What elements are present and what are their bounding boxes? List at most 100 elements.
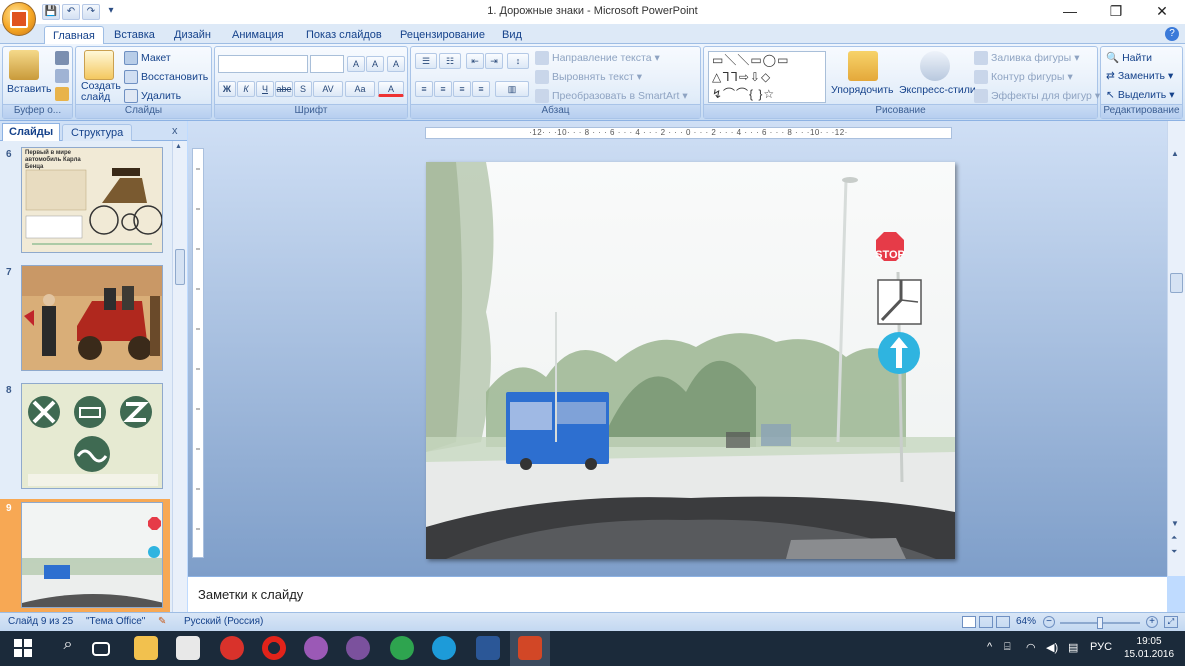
shape-outline-button[interactable]: Контур фигуры ▾ [974, 70, 1073, 84]
powerpoint-icon[interactable] [518, 636, 542, 660]
slideshow-view-icon[interactable] [996, 616, 1010, 628]
shapes-gallery[interactable]: ▭＼＼▭◯▭ △ᒣᒣ⇨⇩◇ ↯⌒⌒{ }☆ [708, 51, 826, 103]
font-size-combo[interactable] [310, 55, 344, 73]
windows-start-icon[interactable] [14, 639, 32, 657]
select-button[interactable]: ↖ Выделить ▾ [1106, 89, 1175, 101]
minimize-button[interactable]: — [1047, 0, 1093, 24]
slide-canvas[interactable]: STOP [426, 162, 955, 559]
yandex-browser-icon[interactable] [220, 636, 244, 660]
columns-icon[interactable]: ▥ [495, 81, 529, 97]
line-spacing-icon[interactable]: ↕ [507, 53, 529, 69]
find-button[interactable]: 🔍 Найти [1106, 51, 1152, 65]
network-icon[interactable]: ⌸ [1004, 641, 1011, 654]
scroll-thumb[interactable] [1170, 273, 1183, 293]
workspace-scrollbar[interactable]: ▲ ▼ ⏶ ⏷ [1167, 121, 1185, 576]
slides-panel-scrollbar[interactable]: ▲ [172, 141, 187, 612]
close-icon[interactable]: x [172, 125, 178, 137]
slide-thumbnail-9[interactable]: 9 [0, 499, 170, 613]
store-icon[interactable] [176, 636, 200, 660]
increase-indent-icon[interactable]: ⇥ [485, 53, 503, 69]
clock[interactable]: 19:05 15.01.2016 [1124, 635, 1174, 661]
numbering-icon[interactable]: ☷ [439, 53, 461, 69]
layout-button[interactable]: Макет [124, 51, 171, 65]
zoom-out-icon[interactable]: − [1043, 616, 1055, 628]
tab-design[interactable]: Дизайн [166, 26, 219, 44]
align-left-icon[interactable]: ≡ [415, 81, 433, 97]
tab-outline[interactable]: Структура [62, 124, 133, 141]
char-spacing-button[interactable]: AV [313, 81, 343, 97]
next-slide-icon[interactable]: ⏷ [1171, 547, 1177, 557]
notifications-icon[interactable]: ▤ [1068, 641, 1078, 654]
paste-icon[interactable] [9, 50, 39, 80]
new-slide-button[interactable]: Создать слайд [81, 81, 121, 103]
scroll-thumb[interactable] [175, 249, 185, 285]
tab-slides[interactable]: Слайды [2, 123, 61, 141]
notes-pane[interactable]: Заметки к слайду [188, 576, 1167, 612]
grow-font-button[interactable]: A [347, 56, 365, 72]
font-name-combo[interactable] [218, 55, 308, 73]
zoom-in-icon[interactable]: + [1146, 616, 1158, 628]
decrease-indent-icon[interactable]: ⇤ [466, 53, 484, 69]
undo-icon[interactable]: ↶ [62, 4, 80, 20]
zoom-slider-thumb[interactable] [1097, 617, 1104, 629]
tab-animation[interactable]: Анимация [224, 26, 292, 44]
previous-slide-icon[interactable]: ⏶ [1171, 533, 1177, 543]
redo-icon[interactable]: ↷ [82, 4, 100, 20]
horizontal-ruler[interactable]: ·12· · ·10· · · 8 · · · 6 · · · 4 · · · … [425, 127, 952, 139]
format-painter-icon[interactable] [55, 87, 69, 101]
spellcheck-icon[interactable]: ✎ [158, 616, 166, 627]
normal-view-icon[interactable] [962, 616, 976, 628]
file-explorer-icon[interactable] [134, 636, 158, 660]
slide-sorter-icon[interactable] [979, 616, 993, 628]
shape-effects-button[interactable]: Эффекты для фигур ▾ [974, 89, 1100, 103]
search-icon[interactable]: ⌕ [56, 636, 80, 660]
office-button[interactable] [2, 2, 36, 36]
new-slide-icon[interactable] [84, 50, 114, 80]
scroll-up-icon[interactable]: ▲ [1171, 149, 1179, 158]
strikethrough-button[interactable]: abe [275, 81, 293, 97]
slide-thumbnail-8[interactable]: 8 [0, 381, 170, 495]
opera-icon[interactable] [262, 636, 286, 660]
customize-qat-icon[interactable]: ▾ [102, 4, 120, 20]
underline-button[interactable]: Ч [256, 81, 274, 97]
delete-slide-button[interactable]: Удалить [124, 89, 181, 103]
close-button[interactable]: ✕ [1139, 0, 1185, 24]
shadow-button[interactable]: S [294, 81, 312, 97]
align-text-button[interactable]: Выровнять текст ▾ [535, 70, 642, 84]
tab-slideshow[interactable]: Показ слайдов [298, 26, 390, 44]
restore-button[interactable]: ❐ [1093, 0, 1139, 24]
tab-insert[interactable]: Вставка [106, 26, 163, 44]
tor-icon[interactable] [304, 636, 328, 660]
cut-icon[interactable] [55, 51, 69, 65]
vertical-ruler[interactable] [192, 148, 204, 558]
justify-icon[interactable]: ≡ [472, 81, 490, 97]
zoom-slider[interactable] [1060, 617, 1140, 629]
shrink-font-button[interactable]: A [366, 56, 384, 72]
scroll-down-icon[interactable]: ▼ [1171, 519, 1179, 528]
replace-button[interactable]: ⇄ Заменить ▾ [1106, 70, 1173, 82]
arrange-icon[interactable] [848, 51, 878, 81]
tab-view[interactable]: Вид [494, 26, 530, 44]
italic-button[interactable]: К [237, 81, 255, 97]
bullets-icon[interactable]: ☰ [415, 53, 437, 69]
show-hidden-icons[interactable]: ^ [987, 641, 992, 653]
help-icon[interactable]: ? [1165, 27, 1179, 41]
quick-styles-icon[interactable] [920, 51, 950, 81]
wifi-icon[interactable]: ◠ [1026, 641, 1036, 654]
zoom-level[interactable]: 64% [1016, 616, 1036, 627]
fit-to-window-icon[interactable]: ⤢ [1164, 616, 1178, 628]
tab-home[interactable]: Главная [44, 26, 104, 44]
text-direction-button[interactable]: Направление текста ▾ [535, 51, 660, 65]
word-icon[interactable] [476, 636, 500, 660]
tab-review[interactable]: Рецензирование [392, 26, 493, 44]
arrange-button[interactable]: Упорядочить [831, 84, 893, 96]
slide-thumbnail-6[interactable]: 6 Первый в мире автомобиль Карла Бенца [0, 145, 170, 259]
input-language[interactable]: РУС [1090, 641, 1112, 653]
viber-icon[interactable] [346, 636, 370, 660]
notes-placeholder[interactable]: Заметки к слайду [198, 587, 303, 602]
paste-button[interactable]: Вставить [7, 83, 52, 95]
slide-thumbnail-7[interactable]: 7 [0, 263, 170, 377]
align-right-icon[interactable]: ≡ [453, 81, 471, 97]
shape-fill-button[interactable]: Заливка фигуры ▾ [974, 51, 1079, 65]
language-indicator[interactable]: Русский (Россия) [184, 616, 263, 627]
